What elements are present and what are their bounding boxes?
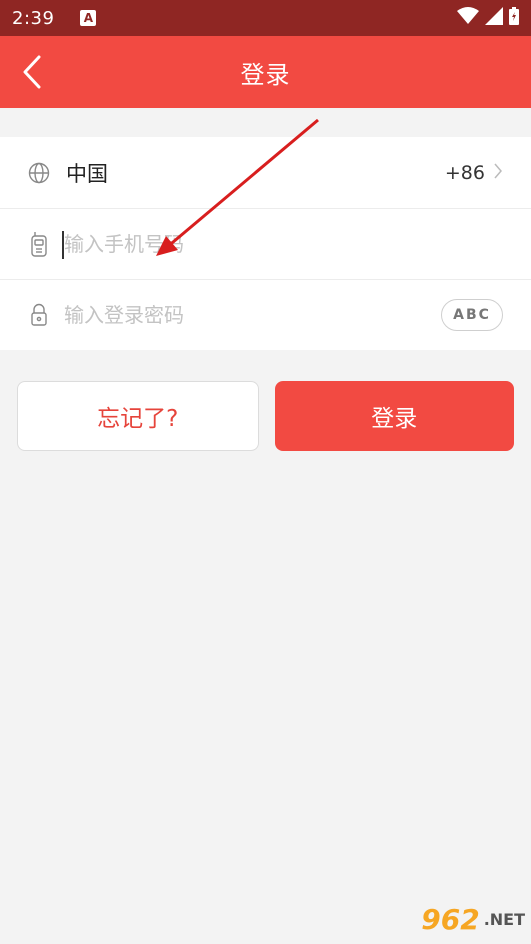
action-buttons: 忘记了? 登录	[17, 381, 514, 451]
wifi-icon	[457, 7, 479, 29]
page-title: 登录	[240, 60, 291, 89]
notification-icon: A	[80, 10, 97, 26]
chevron-left-icon	[23, 55, 41, 89]
login-button[interactable]: 登录	[274, 381, 514, 451]
phone-input[interactable]	[64, 224, 503, 264]
country-code: +86	[444, 161, 485, 184]
back-button[interactable]	[10, 50, 54, 94]
country-selector[interactable]: 中国 +86	[0, 137, 531, 208]
status-icons	[457, 7, 519, 29]
password-input[interactable]	[64, 295, 441, 335]
password-row: ABC	[0, 279, 531, 350]
keyboard-toggle-button[interactable]: ABC	[441, 299, 503, 331]
country-name: 中国	[66, 161, 108, 186]
watermark-logo-text: 962	[421, 902, 480, 936]
watermark-logo: 962 .NET	[389, 896, 525, 942]
forgot-password-button[interactable]: 忘记了?	[17, 381, 259, 451]
text-cursor	[62, 231, 64, 259]
status-time: 2:39	[12, 7, 55, 29]
phone-icon	[28, 232, 50, 257]
signal-icon	[485, 7, 503, 29]
app-bar: 登录	[0, 36, 531, 108]
lock-icon	[28, 303, 50, 326]
watermark-suffix: .NET	[483, 909, 525, 929]
battery-icon	[509, 7, 519, 29]
status-bar: 2:39 A	[0, 0, 531, 36]
phone-row	[0, 208, 531, 279]
globe-icon	[28, 162, 50, 184]
login-form: 中国 +86 ABC	[0, 137, 531, 350]
chevron-right-icon	[493, 162, 503, 184]
